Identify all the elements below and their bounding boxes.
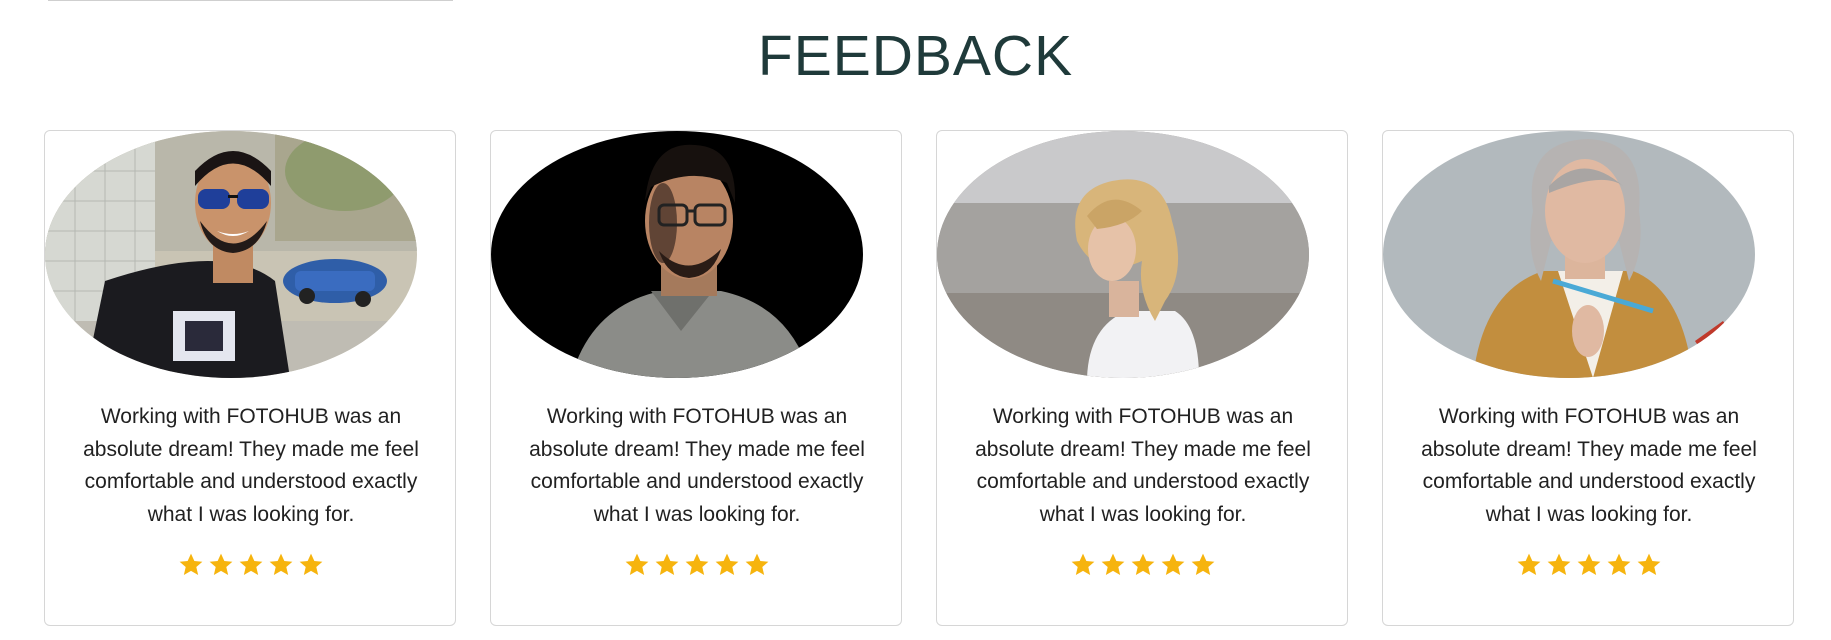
star-icon <box>1516 552 1542 578</box>
star-icon <box>238 552 264 578</box>
star-icon <box>654 552 680 578</box>
top-divider <box>48 0 453 1</box>
star-rating <box>937 552 1347 578</box>
testimonial-quote: Working with FOTOHUB was an absolute dre… <box>975 405 1311 526</box>
section-title: FEEDBACK <box>757 24 1074 88</box>
star-icon <box>1160 552 1186 578</box>
customer-photo <box>937 131 1309 378</box>
customer-photo <box>1383 131 1755 378</box>
star-icon <box>1546 552 1572 578</box>
star-icon <box>1606 552 1632 578</box>
testimonial-card: Working with FOTOHUB was an absolute dre… <box>44 130 456 626</box>
man-glasses-dark-background-icon <box>491 131 863 378</box>
testimonial-quote: Working with FOTOHUB was an absolute dre… <box>83 405 419 526</box>
testimonial-quote: Working with FOTOHUB was an absolute dre… <box>529 405 865 526</box>
star-icon <box>1070 552 1096 578</box>
star-rating <box>45 552 455 578</box>
star-icon <box>298 552 324 578</box>
star-icon <box>1576 552 1602 578</box>
star-icon <box>268 552 294 578</box>
testimonial-quote: Working with FOTOHUB was an absolute dre… <box>1421 405 1757 526</box>
star-rating <box>1383 552 1793 578</box>
star-icon <box>744 552 770 578</box>
star-icon <box>624 552 650 578</box>
curly-haired-woman-seaside-icon <box>937 131 1309 378</box>
star-icon <box>684 552 710 578</box>
star-icon <box>1190 552 1216 578</box>
star-icon <box>208 552 234 578</box>
testimonial-card: Working with FOTOHUB was an absolute dre… <box>1382 130 1794 626</box>
customer-photo <box>45 131 417 378</box>
star-icon <box>1100 552 1126 578</box>
star-icon <box>178 552 204 578</box>
testimonial-card: Working with FOTOHUB was an absolute dre… <box>936 130 1348 626</box>
star-icon <box>714 552 740 578</box>
customer-photo <box>491 131 863 378</box>
testimonial-list: Working with FOTOHUB was an absolute dre… <box>44 130 1794 627</box>
star-rating <box>491 552 901 578</box>
testimonial-card: Working with FOTOHUB was an absolute dre… <box>490 130 902 626</box>
star-icon <box>1636 552 1662 578</box>
star-icon <box>1130 552 1156 578</box>
grey-haired-woman-blazer-icon <box>1383 131 1755 378</box>
smiling-man-sunglasses-icon <box>45 131 417 378</box>
